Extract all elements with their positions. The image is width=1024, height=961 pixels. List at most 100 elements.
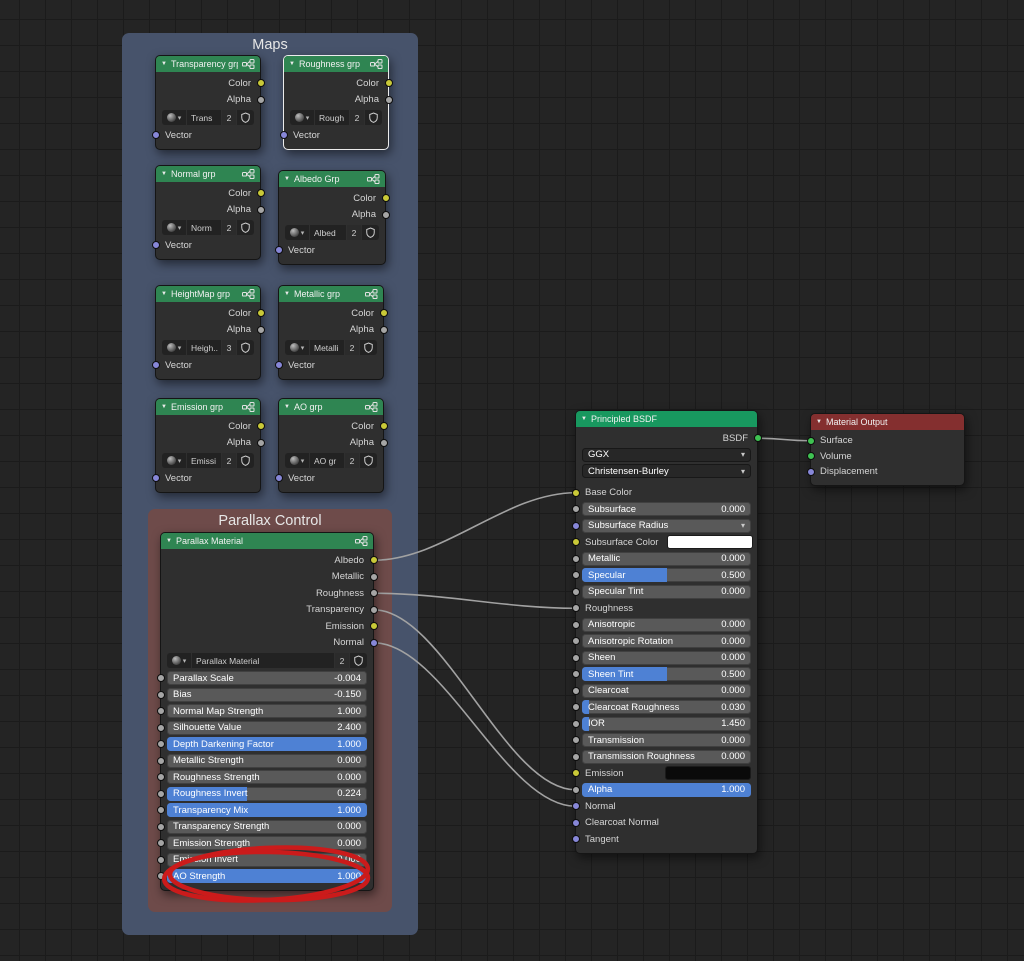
socket-output-alpha[interactable] [256, 205, 265, 214]
slider-ao-strength[interactable]: AO Strength 1.000 [167, 869, 367, 884]
slider-ior[interactable]: IOR 1.450 [582, 716, 751, 731]
slider-specular-tint[interactable]: Specular Tint 0.000 [582, 584, 751, 599]
socket-input-ior[interactable] [571, 719, 580, 728]
collapse-arrow-icon[interactable]: ▼ [284, 291, 290, 297]
users-count-button[interactable]: 2 [345, 453, 359, 468]
image-preview-dropdown[interactable]: ▾ [285, 340, 309, 355]
socket-input-emission-strength[interactable] [156, 839, 165, 848]
socket-output-alpha[interactable] [379, 438, 388, 447]
node-parallax-material[interactable]: ▼ Parallax Material Albedo Metallic Roughnes… [156, 532, 378, 891]
image-preview-dropdown[interactable]: ▾ [290, 110, 314, 125]
node-header[interactable]: ▼ Material Output [811, 414, 964, 430]
socket-input-parallax-scale[interactable] [156, 674, 165, 683]
collapse-arrow-icon[interactable]: ▼ [284, 176, 290, 182]
socket-input-vector[interactable] [274, 361, 283, 370]
socket-output-color[interactable] [256, 422, 265, 431]
slider-transparency-mix[interactable]: Transparency Mix 1.000 [167, 803, 367, 818]
slider-anisotropic[interactable]: Anisotropic 0.000 [582, 617, 751, 632]
users-count-button[interactable]: 2 [335, 653, 349, 668]
socket-output-alpha[interactable] [256, 325, 265, 334]
slider-subsurface[interactable]: Subsurface 0.000 [582, 502, 751, 517]
socket-input-vector[interactable] [274, 246, 283, 255]
socket-input-roughness[interactable] [571, 604, 580, 613]
socket-input-depth-darkening-factor[interactable] [156, 740, 165, 749]
image-name-field[interactable]: Heigh.. [187, 340, 221, 355]
users-count-button[interactable]: 2 [222, 110, 236, 125]
image-preview-dropdown[interactable]: ▾ [162, 453, 186, 468]
slider-alpha[interactable]: Alpha 1.000 [582, 782, 751, 797]
socket-input-alpha[interactable] [571, 785, 580, 794]
slider-anisotropic-rotation[interactable]: Anisotropic Rotation 0.000 [582, 634, 751, 649]
fake-user-shield-button[interactable] [360, 453, 377, 468]
socket-input-emission[interactable] [571, 769, 580, 778]
node-header[interactable]: ▼ AO grp [279, 399, 383, 415]
slider-metallic-strength[interactable]: Metallic Strength 0.000 [167, 753, 367, 768]
image-preview-dropdown[interactable]: ▾ [162, 220, 186, 235]
socket-output-color[interactable] [381, 194, 390, 203]
node-header[interactable]: ▼ Emission grp [156, 399, 260, 415]
socket-output-normal[interactable] [369, 638, 378, 647]
socket-input-sheen-tint[interactable] [571, 670, 580, 679]
socket-input-subsurface[interactable] [571, 505, 580, 514]
socket-output-alpha[interactable] [384, 95, 393, 104]
image-name-field[interactable]: AO gr [310, 453, 344, 468]
fake-user-shield-button[interactable] [237, 220, 254, 235]
users-count-button[interactable]: 2 [350, 110, 364, 125]
socket-input-roughness-invert[interactable] [156, 789, 165, 798]
socket-output-roughness[interactable] [369, 589, 378, 598]
dropdown-subsurface-radius[interactable]: Subsurface Radius ▾ [582, 518, 751, 533]
collapse-arrow-icon[interactable]: ▼ [166, 538, 172, 544]
users-count-button[interactable]: 2 [222, 220, 236, 235]
socket-output-color[interactable] [256, 189, 265, 198]
socket-input-transparency-strength[interactable] [156, 822, 165, 831]
socket-output-color[interactable] [379, 422, 388, 431]
node-header[interactable]: ▼ Parallax Material [161, 533, 373, 549]
slider-sheen[interactable]: Sheen 0.000 [582, 650, 751, 665]
socket-input-base-color[interactable] [571, 488, 580, 497]
image-preview-dropdown[interactable]: ▾ [162, 340, 186, 355]
slider-transmission[interactable]: Transmission 0.000 [582, 733, 751, 748]
socket-input-volume[interactable] [806, 452, 815, 461]
image-name-field[interactable]: Emissi [187, 453, 221, 468]
node-material-output[interactable]: ▼ Material Output Surface Volume Displacemen… [806, 413, 965, 486]
node-albedo-grp[interactable]: ▼ Albedo Grp Color Alpha ▾ Albed 2 Vector [274, 170, 390, 265]
socket-output-transparency[interactable] [369, 605, 378, 614]
socket-input-bias[interactable] [156, 690, 165, 699]
node-emission-grp[interactable]: ▼ Emission grp Color Alpha ▾ Emissi 2 Vector [151, 398, 265, 493]
socket-input-clearcoat[interactable] [571, 686, 580, 695]
image-preview-dropdown[interactable]: ▾ [285, 453, 309, 468]
node-header[interactable]: ▼ Normal grp [156, 166, 260, 182]
socket-input-anisotropic-rotation[interactable] [571, 637, 580, 646]
socket-output-bsdf[interactable] [753, 434, 762, 443]
fake-user-shield-button[interactable] [237, 453, 254, 468]
slider-depth-darkening-factor[interactable]: Depth Darkening Factor 1.000 [167, 737, 367, 752]
socket-output-emission[interactable] [369, 622, 378, 631]
image-name-field[interactable]: Norm [187, 220, 221, 235]
node-header[interactable]: ▼ Transparency grp [156, 56, 260, 72]
fake-user-shield-button[interactable] [350, 653, 367, 668]
image-name-field[interactable]: Parallax Material [192, 653, 334, 668]
socket-input-tangent[interactable] [571, 835, 580, 844]
dropdown-ggx[interactable]: GGX ▾ [582, 447, 751, 462]
slider-roughness-invert[interactable]: Roughness Invert 0.224 [167, 786, 367, 801]
socket-input-vector[interactable] [279, 131, 288, 140]
image-preview-dropdown[interactable]: ▾ [162, 110, 186, 125]
socket-input-vector[interactable] [151, 131, 160, 140]
socket-input-metallic-strength[interactable] [156, 756, 165, 765]
socket-input-vector[interactable] [151, 474, 160, 483]
slider-metallic[interactable]: Metallic 0.000 [582, 551, 751, 566]
slider-silhouette-value[interactable]: Silhouette Value 2.400 [167, 720, 367, 735]
slider-emission-strength[interactable]: Emission Strength 0.000 [167, 836, 367, 851]
socket-input-metallic[interactable] [571, 554, 580, 563]
node-header[interactable]: ▼ Metallic grp [279, 286, 383, 302]
collapse-arrow-icon[interactable]: ▼ [284, 404, 290, 410]
socket-output-color[interactable] [256, 79, 265, 88]
node-header[interactable]: ▼ Principled BSDF [576, 411, 757, 427]
socket-output-color[interactable] [379, 309, 388, 318]
collapse-arrow-icon[interactable]: ▼ [161, 171, 167, 177]
slider-transparency-strength[interactable]: Transparency Strength 0.000 [167, 819, 367, 834]
socket-input-vector[interactable] [151, 241, 160, 250]
socket-output-alpha[interactable] [256, 95, 265, 104]
socket-input-ao-strength[interactable] [156, 872, 165, 881]
image-name-field[interactable]: Albed [310, 225, 346, 240]
